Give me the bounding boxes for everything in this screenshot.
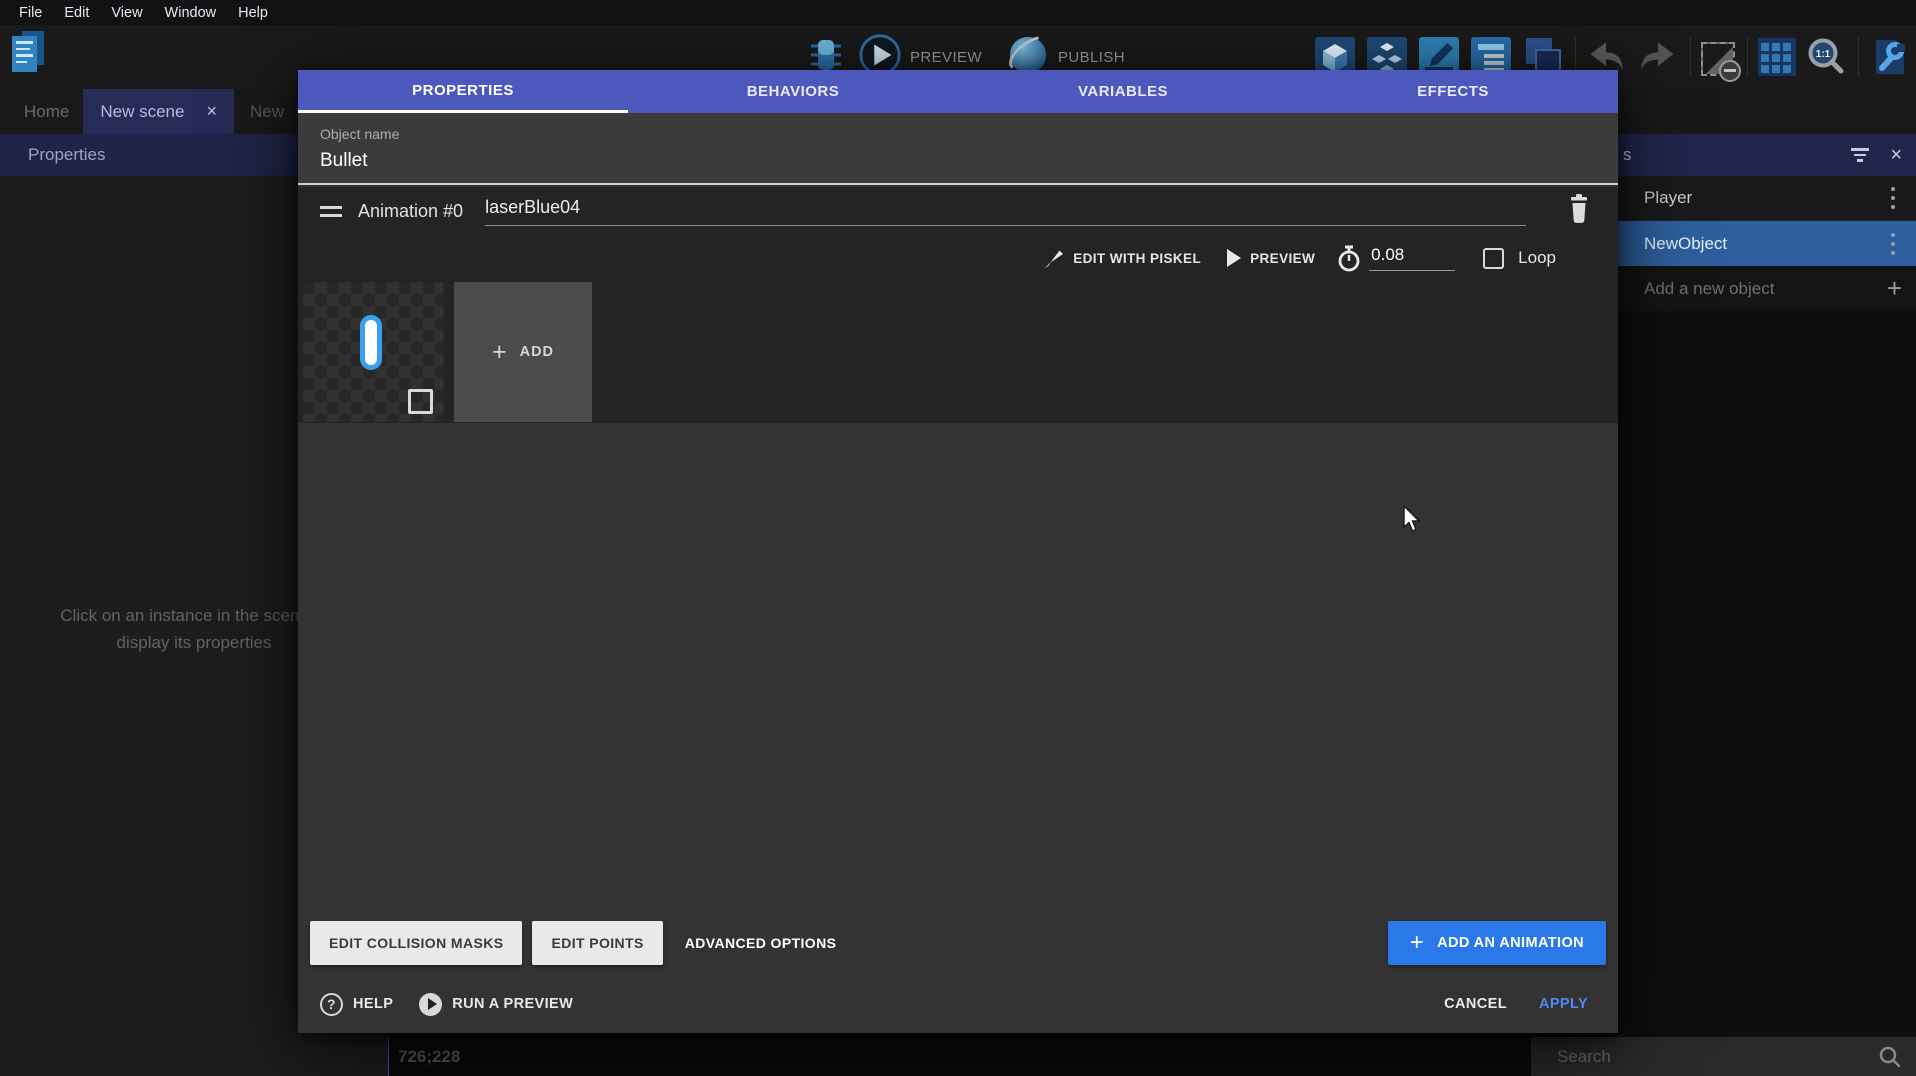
- cancel-button[interactable]: CANCEL: [1444, 996, 1507, 1012]
- project-settings-wrench-icon[interactable]: [1869, 37, 1909, 77]
- object-editor-dialog: PROPERTIES BEHAVIORS VARIABLES EFFECTS O…: [298, 70, 1618, 1033]
- tab-new-scene[interactable]: New scene ×: [83, 89, 234, 134]
- loop-label: Loop: [1518, 248, 1556, 268]
- animation-name-input[interactable]: laserBlue04: [485, 197, 1526, 226]
- run-a-preview-button[interactable]: RUN A PREVIEW: [419, 993, 573, 1016]
- publish-label: PUBLISH: [1058, 49, 1125, 66]
- add-object-plus-icon: +: [1887, 273, 1902, 304]
- menu-edit[interactable]: Edit: [53, 5, 100, 21]
- svg-text:1:1: 1:1: [1816, 49, 1831, 60]
- deselect-mask-icon[interactable]: [1701, 42, 1735, 76]
- preview-label: PREVIEW: [910, 49, 982, 66]
- tab-next[interactable]: New: [234, 89, 284, 134]
- laser-sprite-image: [360, 315, 382, 370]
- dialog-tab-effects[interactable]: EFFECTS: [1288, 70, 1618, 113]
- help-button[interactable]: ? HELP: [320, 993, 393, 1016]
- frame-select-checkbox[interactable]: [408, 389, 433, 414]
- objects-panel-header: s ×: [1618, 134, 1916, 176]
- time-between-frames: 0.08: [1337, 245, 1455, 272]
- object-row-player[interactable]: Player: [1618, 176, 1916, 221]
- preview-animation-button[interactable]: PREVIEW: [1227, 249, 1315, 267]
- objects-panel: s × Player NewObject Add a new object +: [1618, 134, 1916, 1037]
- dialog-action-row: EDIT COLLISION MASKS EDIT POINTS ADVANCE…: [310, 920, 1606, 965]
- menu-help[interactable]: Help: [227, 5, 279, 21]
- menu-bar: File Edit View Window Help: [0, 0, 1916, 25]
- zoom-1-1-icon[interactable]: 1:1: [1806, 37, 1846, 77]
- search-icon: [1878, 1045, 1902, 1069]
- edit-points-button[interactable]: EDIT POINTS: [532, 921, 662, 965]
- edit-collision-masks-button[interactable]: EDIT COLLISION MASKS: [310, 921, 522, 965]
- apply-button[interactable]: APPLY: [1539, 996, 1588, 1012]
- objects-panel-title: s: [1618, 145, 1632, 165]
- object-name-section: Object name Bullet: [298, 113, 1618, 185]
- time-between-frames-input[interactable]: 0.08: [1369, 245, 1455, 271]
- dialog-tab-bar: PROPERTIES BEHAVIORS VARIABLES EFFECTS: [298, 70, 1618, 113]
- menu-window[interactable]: Window: [154, 5, 228, 21]
- search-input[interactable]: [1531, 1047, 1878, 1067]
- tab-home[interactable]: Home: [10, 89, 83, 134]
- animation-section: Animation #0 laserBlue04 EDIT WITH PISKE…: [298, 187, 1618, 423]
- drag-handle-icon[interactable]: [320, 201, 342, 222]
- grid-icon[interactable]: [1758, 38, 1796, 76]
- status-bar: 726;228: [385, 1037, 1531, 1076]
- play-icon: [1227, 249, 1241, 267]
- plus-icon: +: [1410, 929, 1424, 957]
- dialog-footer: ? HELP RUN A PREVIEW CANCEL APPLY: [320, 986, 1588, 1022]
- frame-thumbnail[interactable]: [303, 282, 443, 422]
- tab-close-icon[interactable]: ×: [206, 101, 217, 122]
- help-icon: ?: [320, 993, 343, 1016]
- advanced-options-button[interactable]: ADVANCED OPTIONS: [673, 935, 849, 951]
- add-new-object-row[interactable]: Add a new object +: [1618, 266, 1916, 311]
- cursor-coordinates: 726;228: [398, 1047, 460, 1067]
- object-menu-icon[interactable]: [1884, 230, 1902, 257]
- animation-title: Animation #0: [358, 201, 463, 222]
- menu-file[interactable]: File: [8, 5, 53, 21]
- object-name-input[interactable]: Bullet: [320, 150, 1618, 172]
- object-row-newobject[interactable]: NewObject: [1618, 221, 1916, 266]
- gdevelop-app: File Edit View Window Help: [0, 0, 1916, 1076]
- add-frame-button[interactable]: + ADD: [454, 282, 592, 422]
- object-name-label: Object name: [320, 126, 1618, 142]
- object-menu-icon[interactable]: [1884, 185, 1902, 212]
- dialog-tab-properties[interactable]: PROPERTIES: [298, 70, 628, 113]
- run-preview-icon: [419, 993, 442, 1016]
- edit-with-piskel-button[interactable]: EDIT WITH PISKEL: [1040, 246, 1201, 270]
- delete-animation-icon[interactable]: [1566, 194, 1592, 229]
- add-an-animation-button[interactable]: + ADD AN ANIMATION: [1388, 921, 1606, 965]
- dialog-tab-variables[interactable]: VARIABLES: [958, 70, 1288, 113]
- redo-icon[interactable]: [1638, 37, 1678, 77]
- project-manager-icon[interactable]: [8, 30, 50, 76]
- loop-checkbox[interactable]: [1483, 248, 1504, 269]
- menu-view[interactable]: View: [100, 5, 153, 21]
- stopwatch-icon: [1337, 245, 1361, 272]
- filter-icon[interactable]: [1850, 145, 1870, 165]
- brush-icon: [1040, 246, 1064, 270]
- plus-icon: +: [492, 338, 507, 367]
- panel-close-icon[interactable]: ×: [1890, 144, 1902, 167]
- dialog-tab-behaviors[interactable]: BEHAVIORS: [628, 70, 958, 113]
- objects-search-bar: [1531, 1037, 1916, 1076]
